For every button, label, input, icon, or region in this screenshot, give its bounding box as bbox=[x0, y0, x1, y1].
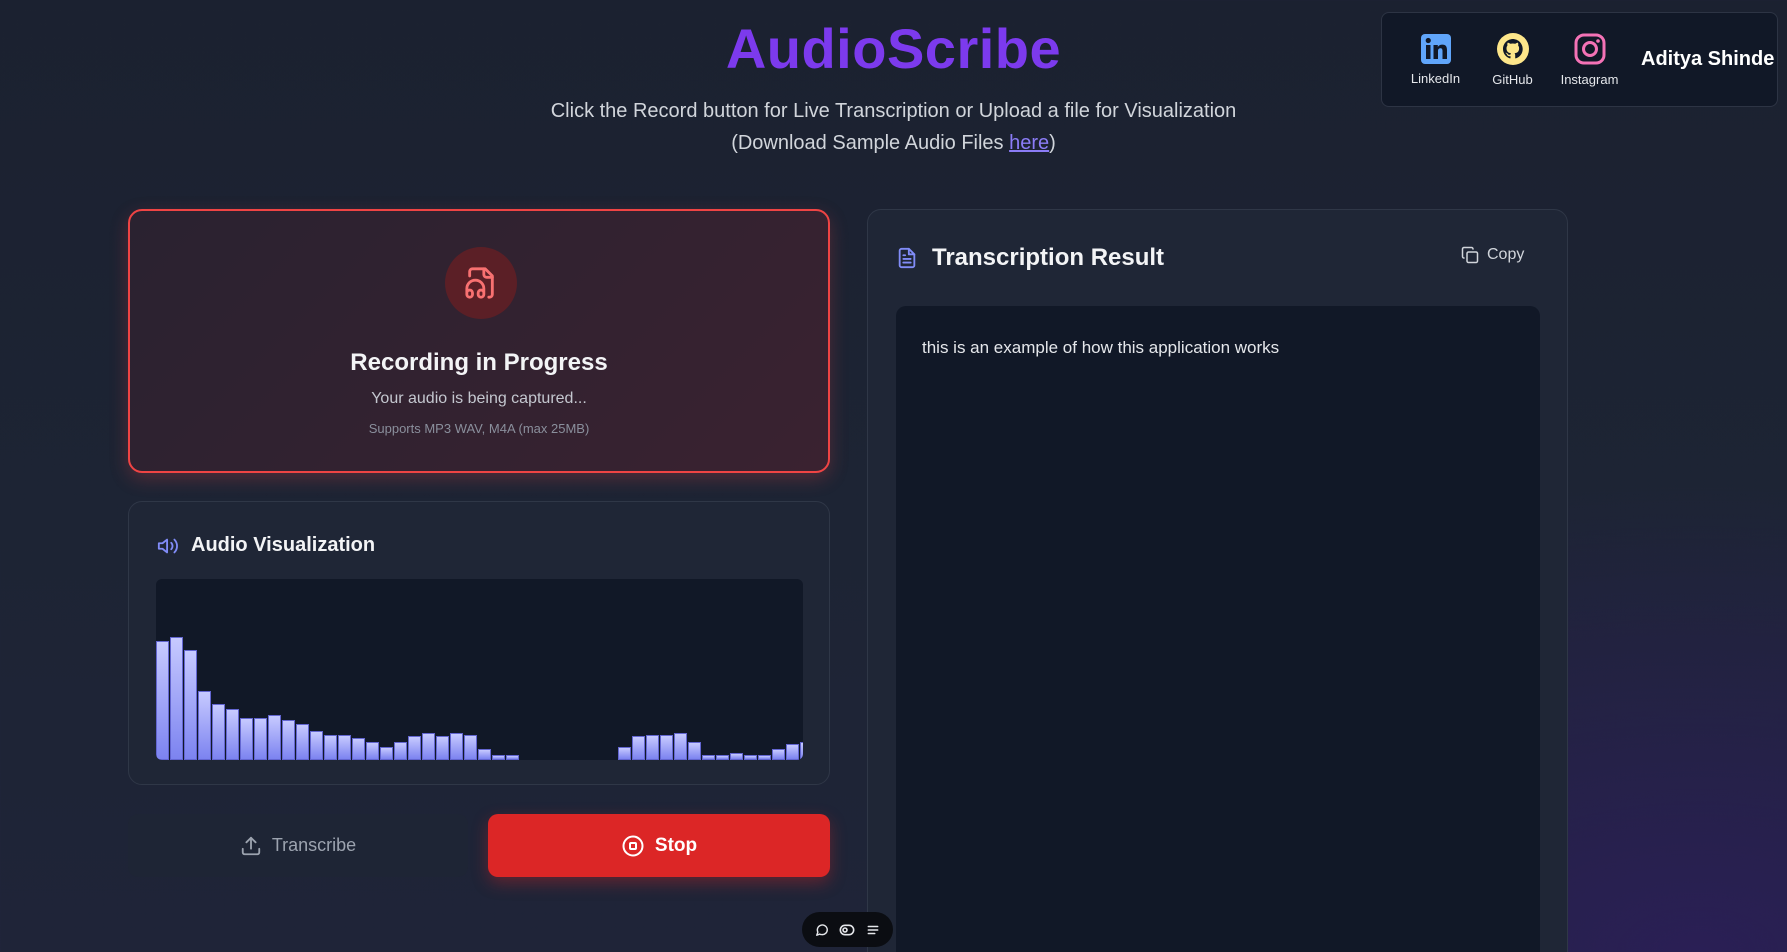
waveform-bar bbox=[786, 744, 799, 760]
stop-label: Stop bbox=[654, 834, 698, 856]
social-card: LinkedIn GitHub Instagram Aditya Shinde bbox=[1381, 12, 1778, 107]
waveform-bar bbox=[156, 641, 169, 760]
author-name: Aditya Shinde bbox=[1641, 48, 1775, 70]
waveform-bar bbox=[688, 742, 701, 760]
waveform-bar bbox=[800, 742, 803, 760]
floating-toolbar bbox=[802, 912, 893, 947]
document-icon bbox=[898, 247, 916, 269]
recording-subtitle: Your audio is being captured... bbox=[371, 390, 587, 407]
stop-circle-icon bbox=[622, 835, 644, 856]
waveform-bar bbox=[730, 753, 743, 760]
waveform-bar bbox=[338, 735, 351, 760]
waveform-bar bbox=[170, 637, 183, 760]
waveform-bar bbox=[324, 735, 337, 760]
visualization-header: Audio Visualization bbox=[157, 534, 375, 557]
linkedin-link[interactable]: LinkedIn bbox=[1398, 33, 1473, 86]
transcribe-button[interactable]: Transcribe bbox=[128, 814, 468, 877]
upload-icon bbox=[241, 836, 260, 855]
instagram-link[interactable]: Instagram bbox=[1552, 32, 1627, 87]
subtitle-prefix: (Download Sample Audio Files bbox=[731, 132, 1010, 154]
waveform-bar bbox=[674, 733, 687, 760]
waveform-bar bbox=[436, 736, 449, 760]
waveform-bar bbox=[198, 691, 211, 760]
recording-card[interactable]: Recording in Progress Your audio is bein… bbox=[128, 209, 830, 473]
toggle-icon[interactable] bbox=[839, 923, 855, 937]
waveform-bar bbox=[366, 742, 379, 760]
waveform-bar bbox=[352, 738, 365, 760]
waveform-bar bbox=[618, 747, 631, 760]
recording-title: Recording in Progress bbox=[350, 349, 608, 376]
copy-button[interactable]: Copy bbox=[1461, 246, 1524, 264]
github-link[interactable]: GitHub bbox=[1475, 32, 1550, 87]
waveform-bar bbox=[282, 720, 295, 760]
stop-button[interactable]: Stop bbox=[488, 814, 830, 877]
linkedin-label: LinkedIn bbox=[1410, 71, 1461, 86]
waveform-bar bbox=[464, 735, 477, 760]
waveform-bar bbox=[310, 731, 323, 760]
waveform-bar bbox=[506, 755, 519, 760]
waveform-bar bbox=[212, 704, 225, 760]
menu-list-icon[interactable] bbox=[866, 923, 880, 937]
visualization-card: Audio Visualization bbox=[128, 501, 830, 785]
waveform-bar bbox=[268, 715, 281, 760]
transcribe-label: Transcribe bbox=[271, 835, 357, 855]
github-label: GitHub bbox=[1492, 72, 1533, 87]
transcription-card: Transcription Result Copy this is an exa… bbox=[867, 209, 1568, 952]
waveform-bar bbox=[394, 742, 407, 760]
copy-label: Copy bbox=[1487, 246, 1525, 263]
waveform-bar bbox=[240, 718, 253, 760]
waveform-bar bbox=[716, 755, 729, 760]
waveform-bars bbox=[156, 579, 803, 760]
waveform-bar bbox=[758, 755, 771, 760]
waveform-bar bbox=[660, 735, 673, 760]
waveform-bar bbox=[296, 724, 309, 760]
waveform-bar bbox=[632, 736, 645, 760]
instagram-icon bbox=[1574, 33, 1605, 65]
waveform-bar bbox=[478, 749, 491, 760]
waveform-bar bbox=[184, 650, 197, 760]
waveform-bar bbox=[702, 755, 715, 760]
instagram-label: Instagram bbox=[1560, 72, 1619, 87]
transcription-output[interactable]: this is an example of how this applicati… bbox=[896, 306, 1540, 952]
waveform-bar bbox=[492, 755, 505, 760]
audio-file-icon bbox=[465, 267, 494, 299]
waveform-bar bbox=[646, 735, 659, 760]
waveform-bar bbox=[226, 709, 239, 760]
transcription-text: this is an example of how this applicati… bbox=[922, 338, 1280, 357]
sample-download-link[interactable]: here bbox=[1009, 132, 1049, 154]
subtitle-suffix: ) bbox=[1049, 132, 1056, 154]
github-icon bbox=[1496, 33, 1529, 65]
copy-icon bbox=[1461, 246, 1479, 264]
recording-icon-badge bbox=[445, 247, 517, 319]
transcription-header: Transcription Result bbox=[896, 244, 1164, 272]
chat-bubble-icon[interactable] bbox=[815, 923, 829, 937]
speaker-icon bbox=[157, 538, 178, 553]
waveform-bar bbox=[422, 733, 435, 760]
supported-formats-note: Supports MP3 WAV, M4A (max 25MB) bbox=[368, 421, 590, 436]
waveform-bar bbox=[254, 718, 267, 760]
waveform-bar bbox=[772, 749, 785, 760]
waveform-bar bbox=[380, 747, 393, 760]
subtitle-line2: (Download Sample Audio Files here) bbox=[0, 127, 1787, 159]
waveform-bar bbox=[450, 733, 463, 760]
waveform-bar bbox=[744, 755, 757, 760]
linkedin-icon bbox=[1420, 34, 1451, 64]
waveform-bar bbox=[408, 736, 421, 760]
visualization-title: Audio Visualization bbox=[191, 534, 376, 556]
transcription-title: Transcription Result bbox=[932, 244, 1165, 271]
